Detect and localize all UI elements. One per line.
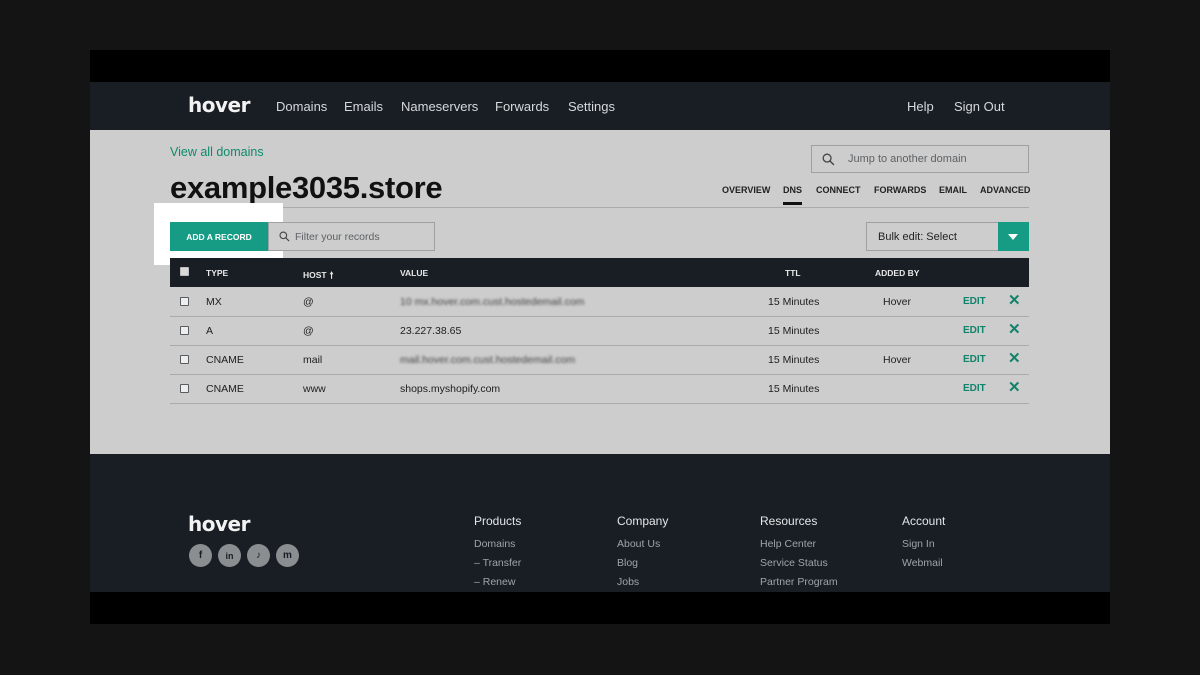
record-added-by: Hover bbox=[883, 296, 912, 308]
nav-help[interactable]: Help bbox=[907, 99, 934, 114]
row-checkbox[interactable] bbox=[180, 326, 189, 335]
footer-company-title: Company bbox=[617, 514, 669, 528]
footer-link-service-status[interactable]: Service Status bbox=[760, 557, 828, 569]
footer-link-blog[interactable]: Blog bbox=[617, 557, 638, 569]
edit-record-button[interactable]: EDIT bbox=[963, 354, 986, 365]
tab-connect[interactable]: CONNECT bbox=[816, 185, 861, 195]
record-ttl: 15 Minutes bbox=[768, 325, 820, 337]
col-added-by[interactable]: ADDED BY bbox=[875, 268, 919, 278]
table-row: MX @ 10 mx.hover.com.cust.hostedemail.co… bbox=[170, 288, 1029, 317]
sort-up-icon: 🠕 bbox=[329, 270, 334, 280]
record-value: mail.hover.com.cust.hostedemail.com bbox=[400, 354, 576, 366]
add-record-button[interactable]: ADD A RECORD bbox=[170, 222, 268, 251]
search-icon bbox=[279, 231, 290, 242]
edit-record-button[interactable]: EDIT bbox=[963, 296, 986, 307]
hover-logo[interactable]: hover bbox=[188, 93, 250, 117]
record-type: A bbox=[206, 325, 214, 337]
bulk-edit-label: Bulk edit: Select bbox=[878, 231, 957, 243]
browser-viewport: hover Domains Emails Nameservers Forward… bbox=[90, 82, 1110, 592]
tab-email[interactable]: EMAIL bbox=[939, 185, 967, 195]
dns-main: View all domains Jump to another domain … bbox=[90, 130, 1110, 454]
col-host-label: HOST bbox=[303, 270, 327, 280]
nav-emails[interactable]: Emails bbox=[344, 99, 383, 114]
filter-records-input[interactable]: Filter your records bbox=[268, 222, 435, 251]
record-ttl: 15 Minutes bbox=[768, 383, 820, 395]
record-type: CNAME bbox=[206, 383, 244, 395]
col-value[interactable]: VALUE bbox=[400, 268, 428, 278]
jump-domain-search[interactable]: Jump to another domain bbox=[811, 145, 1029, 173]
bulk-edit-select[interactable]: Bulk edit: Select bbox=[866, 222, 1029, 251]
record-ttl: 15 Minutes bbox=[768, 296, 820, 308]
nav-settings[interactable]: Settings bbox=[568, 99, 615, 114]
edit-record-button[interactable]: EDIT bbox=[963, 325, 986, 336]
mastodon-icon[interactable]: m bbox=[276, 544, 299, 567]
col-ttl[interactable]: TTL bbox=[785, 268, 801, 278]
active-tab-underline bbox=[783, 202, 802, 205]
tabs-divider bbox=[170, 207, 1029, 208]
footer-link-help-center[interactable]: Help Center bbox=[760, 538, 816, 550]
jump-domain-placeholder: Jump to another domain bbox=[848, 153, 967, 165]
search-icon bbox=[822, 153, 835, 166]
record-host: @ bbox=[303, 296, 314, 308]
table-row: CNAME mail mail.hover.com.cust.hostedema… bbox=[170, 346, 1029, 375]
view-all-domains-link[interactable]: View all domains bbox=[170, 145, 264, 159]
tab-advanced[interactable]: ADVANCED bbox=[980, 185, 1030, 195]
nav-sign-out[interactable]: Sign Out bbox=[954, 99, 1005, 114]
tab-dns[interactable]: DNS bbox=[783, 185, 802, 195]
nav-nameservers[interactable]: Nameservers bbox=[401, 99, 478, 114]
footer-products-title: Products bbox=[474, 514, 522, 528]
chevron-down-icon[interactable] bbox=[998, 222, 1029, 251]
footer-resources-title: Resources bbox=[760, 514, 818, 528]
record-host: www bbox=[303, 383, 326, 395]
footer-link-transfer[interactable]: – Transfer bbox=[474, 557, 521, 569]
tiktok-icon[interactable]: ♪ bbox=[247, 544, 270, 567]
record-added-by: Hover bbox=[883, 354, 912, 366]
footer-link-domains[interactable]: Domains bbox=[474, 538, 515, 550]
tab-overview[interactable]: OVERVIEW bbox=[722, 185, 770, 195]
linkedin-icon[interactable]: in bbox=[218, 544, 241, 567]
records-table-header: TYPE HOST 🠕 VALUE TTL ADDED BY bbox=[170, 258, 1029, 287]
top-header: hover Domains Emails Nameservers Forward… bbox=[90, 82, 1110, 130]
footer-link-jobs[interactable]: Jobs bbox=[617, 576, 639, 588]
col-type[interactable]: TYPE bbox=[206, 268, 228, 278]
delete-record-icon[interactable]: ✕ bbox=[1008, 322, 1021, 337]
nav-forwards[interactable]: Forwards bbox=[495, 99, 549, 114]
record-type: CNAME bbox=[206, 354, 244, 366]
row-checkbox[interactable] bbox=[180, 355, 189, 364]
record-value: 23.227.38.65 bbox=[400, 325, 462, 337]
record-host: mail bbox=[303, 354, 323, 366]
tab-forwards[interactable]: FORWARDS bbox=[874, 185, 926, 195]
delete-record-icon[interactable]: ✕ bbox=[1008, 351, 1021, 366]
table-row: CNAME www shops.myshopify.com 15 Minutes… bbox=[170, 375, 1029, 404]
record-type: MX bbox=[206, 296, 222, 308]
row-checkbox[interactable] bbox=[180, 297, 189, 306]
footer-link-sign-in[interactable]: Sign In bbox=[902, 538, 935, 550]
domain-title: example3035.store bbox=[170, 170, 443, 205]
site-footer: hover f in ♪ m Products Domains – Transf… bbox=[90, 454, 1110, 592]
footer-link-renew[interactable]: – Renew bbox=[474, 576, 515, 588]
select-all-checkbox[interactable] bbox=[180, 267, 189, 276]
footer-link-partner-program[interactable]: Partner Program bbox=[760, 576, 838, 588]
filter-placeholder: Filter your records bbox=[295, 231, 380, 243]
edit-record-button[interactable]: EDIT bbox=[963, 383, 986, 394]
record-value: shops.myshopify.com bbox=[400, 383, 501, 395]
col-host[interactable]: HOST 🠕 bbox=[303, 268, 334, 284]
delete-record-icon[interactable]: ✕ bbox=[1008, 293, 1021, 308]
footer-link-webmail[interactable]: Webmail bbox=[902, 557, 943, 569]
footer-link-about-us[interactable]: About Us bbox=[617, 538, 660, 550]
footer-hover-logo[interactable]: hover bbox=[188, 512, 250, 536]
facebook-icon[interactable]: f bbox=[189, 544, 212, 567]
record-value: 10 mx.hover.com.cust.hostedemail.com bbox=[400, 296, 585, 308]
footer-account-title: Account bbox=[902, 514, 946, 528]
record-ttl: 15 Minutes bbox=[768, 354, 820, 366]
record-host: @ bbox=[303, 325, 314, 337]
nav-domains[interactable]: Domains bbox=[276, 99, 327, 114]
screenshot-frame: hover Domains Emails Nameservers Forward… bbox=[90, 50, 1110, 624]
table-row: A @ 23.227.38.65 15 Minutes EDIT ✕ bbox=[170, 317, 1029, 346]
row-checkbox[interactable] bbox=[180, 384, 189, 393]
delete-record-icon[interactable]: ✕ bbox=[1008, 380, 1021, 395]
